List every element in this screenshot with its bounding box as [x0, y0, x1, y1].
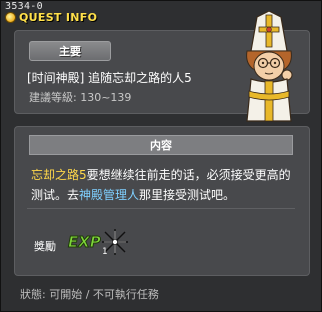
reward-label: 獎勵: [34, 240, 56, 253]
window-title: QUEST INFO: [19, 11, 98, 24]
quest-link-highlight: 忘却之路5: [31, 168, 87, 182]
title-bar[interactable]: QUEST INFO: [5, 11, 97, 24]
exp-text: EXP: [68, 233, 101, 251]
reward-quantity: 1: [102, 247, 108, 257]
lightbulb-icon: [5, 12, 16, 23]
divider: [27, 208, 295, 209]
quest-name: [时间神殿] 追随忘却之路的人5: [27, 71, 192, 85]
quest-type-badge: 主要: [29, 41, 111, 61]
exp-icon[interactable]: EXP: [67, 230, 102, 252]
quest-info-window: 3534-0 QUEST INFO 主要 [时间神殿] 追随忘却之路的人5 建議…: [0, 0, 322, 312]
npc-portrait: [246, 11, 293, 122]
quest-status: 狀態: 可開始 / 不可執行任務: [20, 288, 159, 301]
quest-description: 忘却之路5要想继续往前走的话，必须接受更高的测试。去神殿管理人那里接受测试吧。: [31, 165, 301, 205]
description-text-end: 那里接受测试吧。: [139, 188, 236, 202]
recommended-level: 建議等級: 130~139: [29, 91, 132, 104]
content-section-header: 内容: [29, 135, 293, 155]
npc-link-highlight[interactable]: 神殿管理人: [79, 188, 139, 202]
